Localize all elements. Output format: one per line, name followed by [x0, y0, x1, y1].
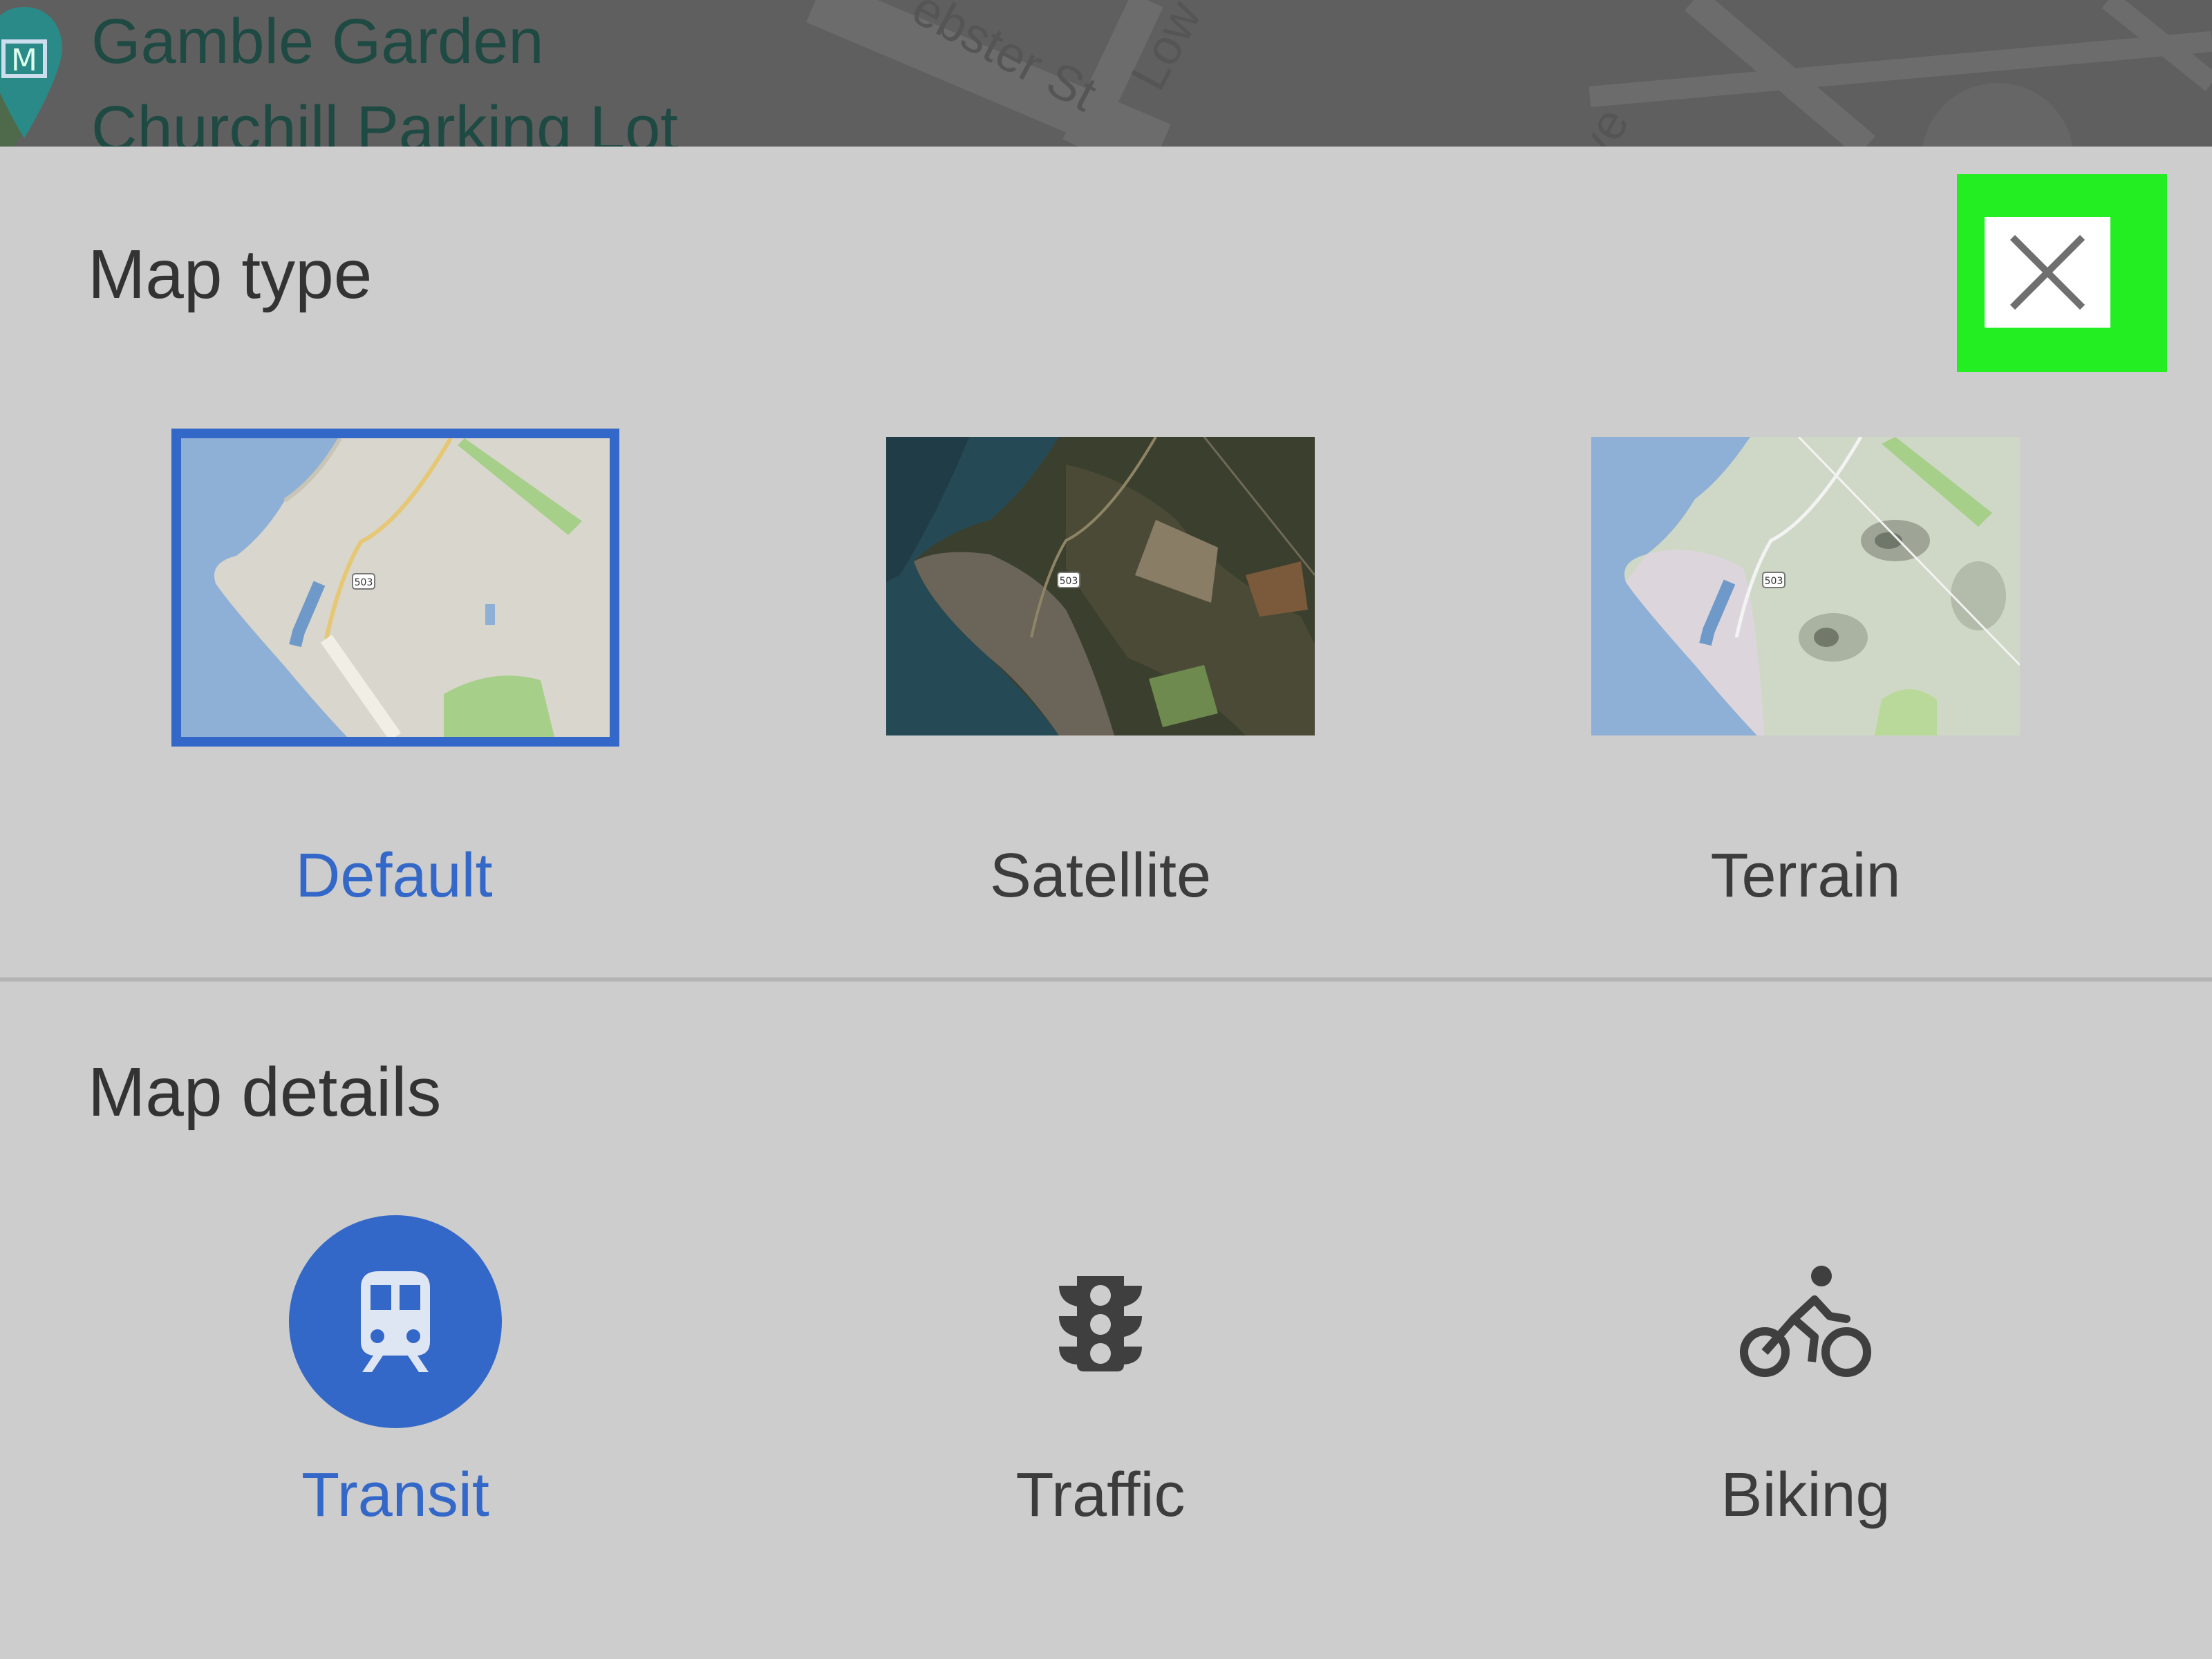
poi-label-churchill-parking[interactable]: Churchill Parking Lot — [91, 97, 678, 147]
svg-text:M: M — [11, 43, 37, 78]
map-type-satellite-label: Satellite — [989, 841, 1212, 910]
map-type-satellite[interactable]: 503 Satellite — [865, 437, 1335, 962]
map-type-terrain[interactable]: 503 Terrain — [1571, 437, 2041, 962]
satellite-map-thumbnail: 503 — [886, 437, 1315, 735]
default-map-thumbnail: 503 — [171, 429, 619, 747]
background-map: M Gamble Garden Churchill Parking Lot eb… — [0, 0, 2212, 147]
close-button-highlight — [1957, 174, 2167, 372]
bicycle-icon — [1740, 1266, 1871, 1377]
poi-label-gamble-garden[interactable]: Gamble Garden — [91, 10, 544, 73]
map-detail-traffic[interactable]: Traffic — [893, 1215, 1308, 1575]
svg-text:503: 503 — [1765, 576, 1783, 587]
close-icon — [2009, 234, 2086, 310]
traffic-light-icon — [1059, 1276, 1142, 1371]
map-details-title: Map details — [88, 1053, 442, 1131]
close-button[interactable] — [1985, 217, 2110, 328]
traffic-label: Traffic — [1015, 1461, 1185, 1530]
transit-label: Transit — [301, 1461, 489, 1530]
map-type-terrain-label: Terrain — [1710, 841, 1901, 910]
map-type-default[interactable]: 503 Default — [159, 429, 629, 962]
museum-pin-icon[interactable]: M — [0, 7, 62, 138]
map-type-title: Map type — [88, 236, 373, 313]
biking-toggle[interactable] — [1699, 1215, 1912, 1428]
terrain-map-thumbnail: 503 — [1591, 437, 2020, 735]
biking-label: Biking — [1721, 1461, 1891, 1530]
map-type-default-label: Default — [295, 841, 493, 910]
map-detail-transit[interactable]: Transit — [188, 1215, 603, 1575]
svg-text:503: 503 — [1060, 576, 1078, 587]
layers-sheet: Map type 503 Default 503 Satellite 503 T… — [0, 147, 2212, 1659]
train-icon — [361, 1271, 430, 1372]
map-detail-biking[interactable]: Biking — [1598, 1215, 2013, 1575]
section-divider — [0, 977, 2212, 982]
svg-text:503: 503 — [355, 577, 373, 588]
transit-toggle[interactable] — [289, 1215, 502, 1428]
traffic-toggle[interactable] — [994, 1215, 1207, 1428]
